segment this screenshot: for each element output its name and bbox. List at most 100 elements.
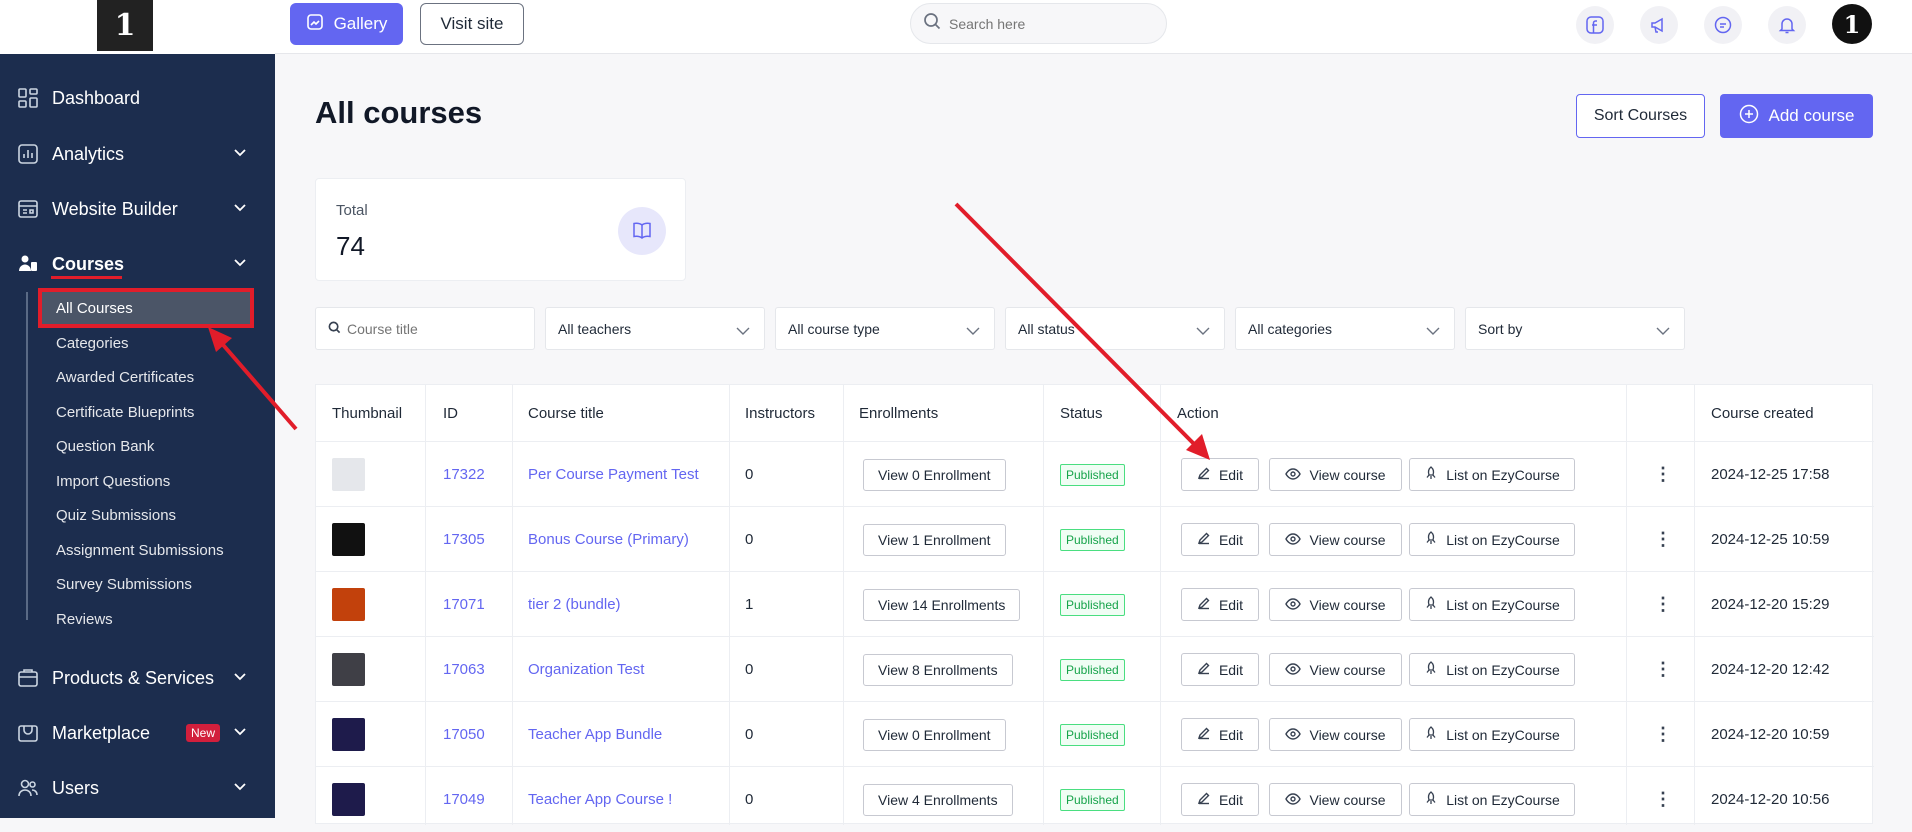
table-row: 17049 Teacher App Course ! 0 View 4 Enrollm… (316, 766, 1874, 831)
sidebar-subitem-assignment-submissions[interactable]: Assignment Submissions (40, 535, 250, 565)
chevron-down-icon[interactable] (232, 199, 248, 220)
eye-icon (1285, 792, 1302, 808)
gallery-button[interactable]: Gallery (290, 3, 403, 45)
course-thumbnail[interactable] (332, 458, 365, 491)
course-title-input[interactable] (347, 320, 487, 337)
chevron-down-icon[interactable] (232, 254, 248, 275)
sidebar-subitem-question-bank[interactable]: Question Bank (40, 431, 250, 461)
chevron-down-icon[interactable] (232, 778, 248, 799)
course-id-link[interactable]: 17063 (443, 637, 485, 702)
chevron-down-icon[interactable] (232, 668, 248, 689)
total-value: 74 (336, 231, 365, 261)
view-enrollments-button[interactable]: View 1 Enrollment (863, 523, 1006, 556)
sidebar-item-marketplace[interactable]: Marketplace New (0, 711, 275, 755)
course-id-link[interactable]: 17049 (443, 767, 485, 832)
categories-filter[interactable]: All categories (1235, 307, 1455, 350)
view-enrollments-button[interactable]: View 0 Enrollment (863, 718, 1006, 751)
sidebar-subitem-all-courses[interactable]: All Courses (38, 288, 254, 328)
course-id-link[interactable]: 17050 (443, 702, 485, 767)
sidebar-item-dashboard[interactable]: Dashboard (0, 76, 275, 120)
edit-button[interactable]: Edit (1181, 588, 1259, 621)
list-on-ezycourse-button[interactable]: List on EzyCourse (1409, 653, 1575, 686)
list-on-ezycourse-button[interactable]: List on EzyCourse (1409, 783, 1575, 816)
view-enrollments-button[interactable]: View 0 Enrollment (863, 458, 1006, 491)
view-course-button[interactable]: View course (1269, 588, 1402, 621)
more-options-icon[interactable]: ⋮ (1654, 572, 1672, 637)
course-type-filter[interactable]: All course type (775, 307, 995, 350)
sidebar-subitem-categories[interactable]: Categories (40, 328, 250, 358)
edit-button[interactable]: Edit (1181, 523, 1259, 556)
view-enrollments-button[interactable]: View 8 Enrollments (863, 653, 1013, 686)
course-thumbnail[interactable] (332, 783, 365, 816)
course-title-link[interactable]: Bonus Course (Primary) (528, 507, 689, 572)
teachers-filter[interactable]: All teachers (545, 307, 765, 350)
view-course-button[interactable]: View course (1269, 783, 1402, 816)
sidebar-subitem-import-questions[interactable]: Import Questions (40, 466, 250, 496)
edit-button[interactable]: Edit (1181, 653, 1259, 686)
course-thumbnail[interactable] (332, 523, 365, 556)
course-id-link[interactable]: 17071 (443, 572, 485, 637)
course-title-link[interactable]: Organization Test (528, 637, 644, 702)
sidebar-subitem-survey-submissions[interactable]: Survey Submissions (40, 569, 250, 599)
course-thumbnail[interactable] (332, 653, 365, 686)
course-id-link[interactable]: 17305 (443, 507, 485, 572)
sort-courses-button[interactable]: Sort Courses (1576, 94, 1705, 138)
status-filter[interactable]: All status (1005, 307, 1225, 350)
course-id-link[interactable]: 17322 (443, 442, 485, 507)
course-title-link[interactable]: Per Course Payment Test (528, 442, 699, 507)
course-thumbnail[interactable] (332, 718, 365, 751)
list-on-ezycourse-button[interactable]: List on EzyCourse (1409, 523, 1575, 556)
view-enrollments-button[interactable]: View 4 Enrollments (863, 783, 1013, 816)
sidebar-item-website-builder[interactable]: Website Builder (0, 187, 275, 231)
sidebar-item-products-services[interactable]: Products & Services (0, 656, 275, 700)
thumbnail-cell (332, 767, 365, 832)
view-enrollments-button[interactable]: View 14 Enrollments (863, 588, 1021, 621)
view-course-button[interactable]: View course (1269, 523, 1402, 556)
sidebar-subitem-quiz-submissions[interactable]: Quiz Submissions (40, 500, 250, 530)
course-created-date: 2024-12-20 15:29 (1711, 596, 1830, 613)
edit-button[interactable]: Edit (1181, 783, 1259, 816)
edit-button[interactable]: Edit (1181, 718, 1259, 751)
sort-by-filter-value: Sort by (1478, 320, 1523, 337)
chevron-down-icon[interactable] (232, 723, 248, 744)
sort-by-filter[interactable]: Sort by (1465, 307, 1685, 350)
more-options-icon[interactable]: ⋮ (1654, 702, 1672, 767)
visit-site-button[interactable]: Visit site (420, 3, 524, 45)
list-on-ezycourse-button[interactable]: List on EzyCourse (1409, 588, 1575, 621)
book-icon (618, 207, 666, 255)
facebook-icon[interactable] (1576, 6, 1614, 44)
view-course-button[interactable]: View course (1269, 458, 1402, 491)
sidebar-item-label: Dashboard (52, 87, 141, 108)
course-title-link[interactable]: Teacher App Course ! (528, 767, 672, 832)
sidebar-item-courses[interactable]: Courses (0, 242, 275, 286)
more-options-icon[interactable]: ⋮ (1654, 507, 1672, 572)
chat-icon[interactable] (1704, 6, 1742, 44)
more-options-icon[interactable]: ⋮ (1654, 442, 1672, 507)
course-thumbnail[interactable] (332, 588, 365, 621)
sidebar-item-analytics[interactable]: Analytics (0, 132, 275, 176)
megaphone-icon[interactable] (1640, 6, 1678, 44)
avatar[interactable]: 1 (1832, 4, 1872, 44)
chevron-down-icon (1196, 323, 1210, 339)
sidebar-item-users[interactable]: Users (0, 766, 275, 810)
view-course-button[interactable]: View course (1269, 653, 1402, 686)
chevron-down-icon[interactable] (232, 144, 248, 165)
course-title-filter[interactable] (315, 307, 535, 350)
bell-icon[interactable] (1768, 6, 1806, 44)
list-label: List on EzyCourse (1446, 596, 1560, 613)
sidebar-subitem-awarded-certificates[interactable]: Awarded Certificates (40, 362, 250, 392)
list-on-ezycourse-button[interactable]: List on EzyCourse (1409, 458, 1575, 491)
logo[interactable]: 1 (97, 0, 153, 51)
view-course-button[interactable]: View course (1269, 718, 1402, 751)
search-input[interactable] (949, 15, 1149, 32)
more-options-icon[interactable]: ⋮ (1654, 637, 1672, 702)
edit-button[interactable]: Edit (1181, 458, 1259, 491)
global-search[interactable] (910, 3, 1167, 44)
course-title-link[interactable]: tier 2 (bundle) (528, 572, 621, 637)
list-on-ezycourse-button[interactable]: List on EzyCourse (1409, 718, 1575, 751)
course-title-link[interactable]: Teacher App Bundle (528, 702, 662, 767)
sidebar-subitem-certificate-blueprints[interactable]: Certificate Blueprints (40, 397, 250, 427)
more-options-icon[interactable]: ⋮ (1654, 767, 1672, 832)
sidebar-subitem-reviews[interactable]: Reviews (40, 604, 250, 634)
add-course-button[interactable]: Add course (1720, 94, 1873, 138)
